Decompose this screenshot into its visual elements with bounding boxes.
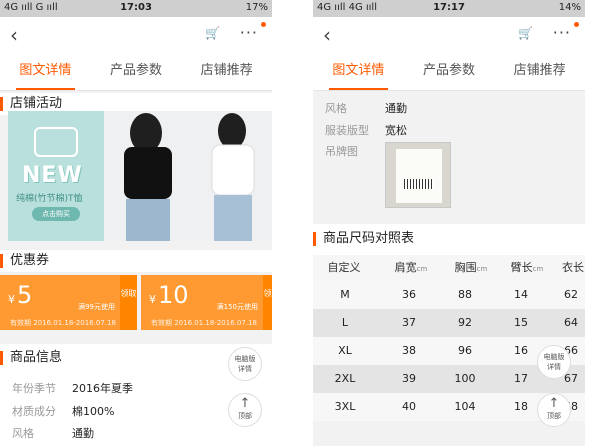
nav-bar: ‹ 🛒 ··· (0, 17, 272, 53)
table-header-cell: 自定义 (327, 261, 361, 274)
table-cell: 39 (402, 372, 416, 385)
size-table-header: 自定义 肩宽cm 胸围cm 臂长cm 衣长 (313, 255, 585, 281)
coupon-amount: ¥10 (149, 281, 189, 309)
arrow-up-icon: ↑ (239, 396, 251, 411)
table-row: M 36 88 14 62 (313, 281, 585, 309)
more-icon[interactable]: ··· (240, 23, 258, 42)
table-cell: 38 (402, 344, 416, 357)
table-cell: 2XL (334, 372, 356, 385)
coupon-list: ¥5 满99元使用 有效期 2016.01.18-2016.07.18 领取 ¥… (0, 275, 272, 330)
info-row: 材质成分 棉100% (12, 405, 115, 418)
coupon-get-button[interactable]: 领取 (120, 275, 137, 330)
size-chart-title: 商品尺码对照表 (313, 228, 585, 250)
back-to-top-button[interactable]: ↑ 顶部 (228, 393, 262, 427)
coupon-validity: 有效期 2016.01.18-2016.07.18 (10, 319, 116, 327)
coupon-validity: 有效期 2016.01.18-2016.07.18 (151, 319, 257, 327)
table-cell: 40 (402, 400, 416, 413)
banner-headline: NEW (22, 163, 83, 188)
table-cell: 3XL (334, 400, 356, 413)
back-icon[interactable]: ‹ (323, 23, 331, 47)
param-row: 风格 通勤 (325, 102, 407, 115)
table-cell: M (340, 288, 350, 301)
table-header-cell: 臂长cm (510, 261, 544, 274)
coupons-title: 优惠券 (0, 250, 272, 272)
cart-icon[interactable]: 🛒 (205, 26, 220, 40)
nav-bar: ‹ 🛒 ··· (313, 17, 585, 53)
screen-right: 4G ııll 4G ııll 17:17 14% ‹ 🛒 ··· 图文详情 产… (313, 0, 585, 446)
status-bar: 4G ııll G ııll 17:03 17% (0, 0, 272, 17)
promo-banner[interactable]: NEW 纯棉(竹节棉)T恤 点击购买 (8, 111, 272, 241)
back-to-top-label: 顶部 (238, 412, 252, 420)
table-cell: 36 (402, 288, 416, 301)
table-row: L 37 92 15 64 (313, 309, 585, 337)
table-cell: 104 (454, 400, 476, 413)
info-row: 年份季节 2016年夏季 (12, 382, 133, 395)
coupon-get-button[interactable]: 领 (263, 275, 272, 330)
tab-shop-recommend[interactable]: 店铺推荐 (494, 53, 585, 90)
table-cell: 88 (458, 288, 472, 301)
coupon-card[interactable]: ¥10 满150元使用 有效期 2016.01.18-2016.07.18 领 (141, 275, 272, 330)
table-cell: 96 (458, 344, 472, 357)
tab-shop-recommend[interactable]: 店铺推荐 (181, 53, 272, 90)
battery-level: 14% (558, 2, 581, 13)
table-cell: 17 (514, 372, 528, 385)
banner-promo-panel: NEW 纯棉(竹节棉)T恤 点击购买 (8, 111, 104, 241)
table-cell: L (341, 316, 349, 329)
banner-buy-button[interactable]: 点击购买 (32, 207, 80, 221)
coupon-amount: ¥5 (8, 281, 33, 309)
tab-product-params[interactable]: 产品参数 (404, 53, 495, 90)
clock: 17:17 (433, 2, 465, 13)
coupon-card[interactable]: ¥5 满99元使用 有效期 2016.01.18-2016.07.18 领取 (0, 275, 137, 330)
tag-card (396, 149, 442, 203)
table-cell: 18 (514, 400, 528, 413)
table-cell: 64 (564, 316, 578, 329)
back-to-top-label: 顶部 (547, 412, 561, 420)
table-cell: 100 (454, 372, 476, 385)
table-cell: XL (338, 344, 352, 357)
tab-image-detail[interactable]: 图文详情 (313, 53, 404, 90)
table-cell: 37 (402, 316, 416, 329)
battery-level: 17% (245, 2, 268, 13)
notification-dot (261, 22, 266, 27)
clock: 17:03 (120, 2, 152, 13)
banner-subtitle: 纯棉(竹节棉)T恤 (16, 194, 83, 204)
pc-version-button[interactable]: 电脑版详情 (537, 345, 571, 379)
table-cell: 92 (458, 316, 472, 329)
coupon-condition: 满150元使用 (216, 303, 258, 311)
table-cell: 16 (514, 344, 528, 357)
param-row: 吊牌图 (325, 145, 358, 158)
coupon-condition: 满99元使用 (78, 303, 115, 311)
arrow-up-icon: ↑ (548, 396, 560, 411)
model-photo (104, 111, 272, 241)
pc-version-button[interactable]: 电脑版详情 (228, 347, 262, 381)
notification-dot (574, 22, 579, 27)
tab-image-detail[interactable]: 图文详情 (0, 53, 91, 90)
table-cell: 62 (564, 288, 578, 301)
tab-bar: 图文详情 产品参数 店铺推荐 (313, 53, 585, 91)
info-row: 风格 通勤 (12, 427, 94, 440)
table-header-cell: 肩宽cm (394, 261, 428, 274)
table-header-cell: 衣长 (562, 261, 584, 274)
param-row: 服装版型 宽松 (325, 124, 407, 137)
camera-icon (34, 127, 78, 157)
hang-tag-image[interactable] (385, 142, 451, 208)
back-to-top-button[interactable]: ↑ 顶部 (537, 393, 571, 427)
cart-icon[interactable]: 🛒 (518, 26, 533, 40)
screen-left: 4G ııll G ııll 17:03 17% ‹ 🛒 ··· 图文详情 产品… (0, 0, 272, 446)
tab-product-params[interactable]: 产品参数 (91, 53, 182, 90)
status-bar: 4G ııll 4G ııll 17:17 14% (313, 0, 585, 17)
tab-bar: 图文详情 产品参数 店铺推荐 (0, 53, 272, 91)
table-cell: 14 (514, 288, 528, 301)
table-header-cell: 胸围cm (454, 261, 488, 274)
back-icon[interactable]: ‹ (10, 23, 18, 47)
table-cell: 15 (514, 316, 528, 329)
more-icon[interactable]: ··· (553, 23, 571, 42)
barcode-graphic (404, 179, 434, 189)
